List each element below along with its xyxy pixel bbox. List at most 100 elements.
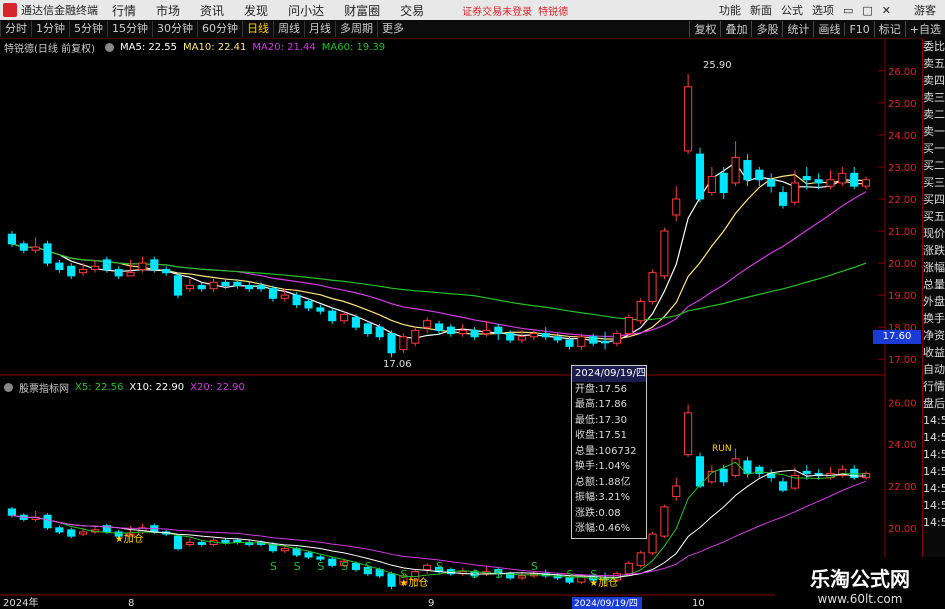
candle-body bbox=[363, 323, 372, 335]
candle-body bbox=[517, 336, 527, 341]
side-sell5: 卖五 bbox=[923, 57, 945, 70]
candle-body bbox=[470, 329, 479, 338]
sub-candle-body bbox=[43, 514, 52, 529]
candle-body bbox=[790, 182, 799, 203]
side-weibi[interactable]: 委比 bbox=[923, 38, 945, 55]
candle-tooltip: 2024/09/19/四 开盘:17.56 最高:17.86 最低:17.30 … bbox=[571, 365, 647, 539]
candle-body bbox=[434, 323, 444, 331]
sub-candle-body bbox=[423, 564, 432, 571]
candle-body bbox=[541, 333, 550, 338]
sub-candle-body bbox=[173, 535, 183, 550]
side-buy5: 买五 bbox=[923, 210, 945, 223]
candle-body bbox=[743, 160, 752, 181]
candle-body bbox=[221, 281, 230, 286]
candle-body bbox=[304, 301, 313, 309]
candle-body bbox=[719, 172, 728, 194]
side-sell1: 卖一 bbox=[923, 125, 945, 138]
candle-body bbox=[340, 313, 349, 322]
candle-body bbox=[387, 333, 396, 354]
candle-body bbox=[55, 262, 64, 270]
candle-body bbox=[636, 301, 645, 322]
sub-candle-body bbox=[517, 575, 527, 579]
side-change: 涨跌 bbox=[923, 244, 945, 257]
side-auto[interactable]: 自动 bbox=[923, 361, 945, 378]
candle-body bbox=[672, 198, 681, 216]
candle-body bbox=[482, 329, 491, 335]
side-buy2: 买二 bbox=[923, 159, 945, 172]
candle-body bbox=[268, 288, 277, 299]
tooltip-change: 涨跌:0.08 bbox=[575, 507, 621, 519]
x-label-sep: 9 bbox=[428, 598, 434, 609]
candle-body bbox=[589, 336, 598, 344]
candle-body bbox=[233, 281, 242, 286]
quote-side-panel: 委比 卖五 卖四 卖三 卖二 卖一 买一 买二 买三 买四 买五 现价 涨跌 涨… bbox=[922, 38, 945, 609]
sub-candle-body bbox=[636, 552, 645, 566]
sub-candle-body bbox=[672, 485, 681, 497]
add-position-signal: ★加仓 bbox=[589, 576, 618, 589]
x-label-aug: 8 bbox=[128, 598, 134, 609]
candle-body bbox=[506, 333, 515, 341]
buy-signal-s: S bbox=[531, 560, 538, 573]
buy-signal-s: S bbox=[294, 560, 301, 573]
sub-candle-body bbox=[79, 531, 88, 535]
add-position-signal: ★加仓 bbox=[399, 576, 428, 589]
y-tick-label: 21.00 bbox=[888, 227, 917, 238]
sub-candle-body bbox=[328, 558, 337, 566]
candle-body bbox=[660, 230, 669, 277]
watermark-url: www.60lt.com bbox=[817, 592, 903, 606]
x-label-2024: 2024年 bbox=[3, 596, 38, 609]
kline-chart[interactable]: S S S S SSSS SSS S★加仓★加仓 ★加仓 25.90 17.06 RUN 26… bbox=[0, 0, 945, 609]
sub-y-tick-label: 20.00 bbox=[888, 524, 917, 535]
y-tick-label: 24.00 bbox=[888, 131, 917, 142]
y-tick-label: 22.00 bbox=[888, 195, 917, 206]
tooltip-pct: 涨幅:0.46% bbox=[575, 523, 631, 534]
high-annotation: 25.90 bbox=[703, 60, 732, 71]
candle-body bbox=[778, 192, 788, 206]
ma5-line bbox=[11, 161, 867, 343]
sub-y-tick-label: 26.00 bbox=[888, 398, 917, 409]
side-buy3: 买三 bbox=[923, 176, 945, 189]
sub-y-tick-label: 24.00 bbox=[888, 440, 917, 451]
side-price: 现价 bbox=[923, 227, 945, 240]
tooltip-amount: 总额:1.88亿 bbox=[575, 476, 631, 488]
candle-body bbox=[411, 329, 420, 344]
sub-candle-body bbox=[280, 548, 289, 552]
candle-body bbox=[446, 326, 455, 335]
y-tick-label: 19.00 bbox=[888, 291, 917, 302]
side-panhou[interactable]: 盘后 bbox=[923, 395, 945, 412]
y-tick-label: 26.00 bbox=[888, 67, 917, 78]
candle-body bbox=[767, 179, 776, 187]
candle-body bbox=[838, 172, 847, 184]
candle-body bbox=[316, 307, 325, 312]
candle-body bbox=[256, 284, 266, 290]
side-volume: 总量 bbox=[923, 278, 945, 291]
buy-signal-s: S bbox=[472, 568, 479, 581]
side-sell3: 卖三 bbox=[923, 91, 945, 104]
side-time: 14:50 bbox=[923, 516, 945, 529]
candle-body bbox=[126, 272, 135, 277]
add-position-signal: ★加仓 bbox=[115, 532, 144, 545]
side-buy1: 买一 bbox=[923, 142, 945, 155]
candle-body bbox=[707, 176, 716, 194]
candle-body bbox=[423, 320, 432, 328]
sub-y-tick-label: 22.00 bbox=[888, 482, 917, 493]
candle-body bbox=[79, 268, 88, 274]
side-hangqing[interactable]: 行情 bbox=[923, 378, 945, 395]
side-time: 14:50 bbox=[923, 465, 945, 478]
tooltip-low: 最低:17.30 bbox=[575, 414, 627, 426]
candle-body bbox=[90, 265, 100, 270]
sub-candle-body bbox=[185, 541, 194, 545]
sub-candle-body bbox=[197, 541, 206, 545]
candle-body bbox=[245, 284, 254, 290]
candle-body bbox=[43, 243, 52, 264]
candle-body bbox=[826, 179, 835, 187]
buy-signal-s: S bbox=[317, 560, 324, 573]
run-signal: RUN bbox=[712, 444, 732, 454]
candle-body bbox=[19, 243, 28, 251]
buy-signal-s: S bbox=[436, 560, 443, 573]
candle-body bbox=[565, 339, 574, 347]
ma10-line bbox=[11, 174, 867, 340]
sub-candle-body bbox=[624, 562, 633, 575]
candle-body bbox=[553, 336, 562, 341]
candle-body bbox=[624, 317, 633, 335]
